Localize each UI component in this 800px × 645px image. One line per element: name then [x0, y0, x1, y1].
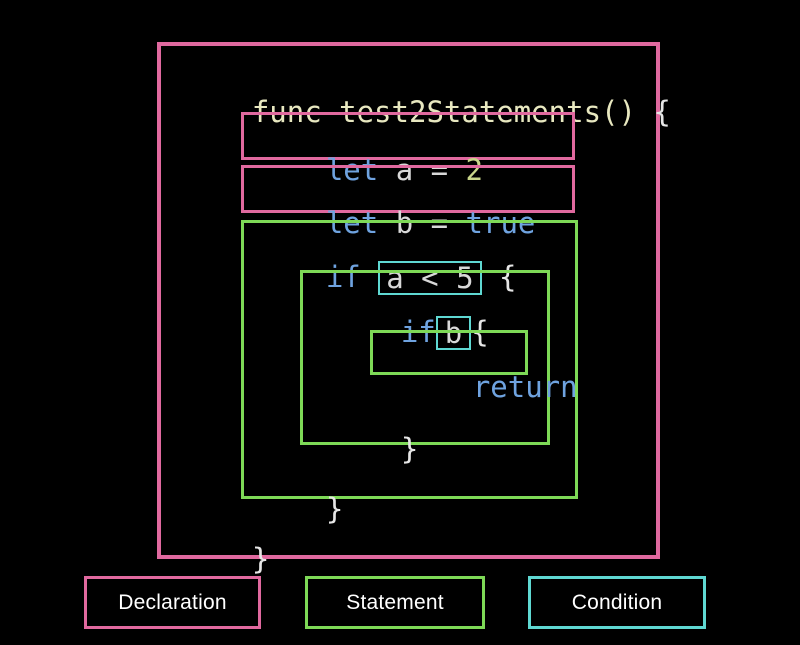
legend-label-condition: Condition	[571, 590, 663, 614]
close-brace-outer-if: }	[325, 492, 344, 526]
legend-item-declaration: Declaration	[84, 576, 261, 629]
legend-item-statement: Statement	[305, 576, 485, 629]
close-brace-func: }	[251, 542, 270, 576]
legend-item-condition: Condition	[528, 576, 706, 629]
return-keyword: return	[472, 370, 578, 404]
close-brace-inner-if: }	[400, 432, 419, 466]
diagram-canvas: func test2Statements() { let a = 2 let b…	[0, 0, 800, 645]
legend-label-statement: Statement	[346, 590, 444, 614]
code-line-return: return	[403, 336, 578, 438]
func-open-brace: {	[653, 95, 671, 129]
code-line-close-inner-if: }	[331, 398, 418, 500]
legend-label-declaration: Declaration	[118, 590, 227, 614]
